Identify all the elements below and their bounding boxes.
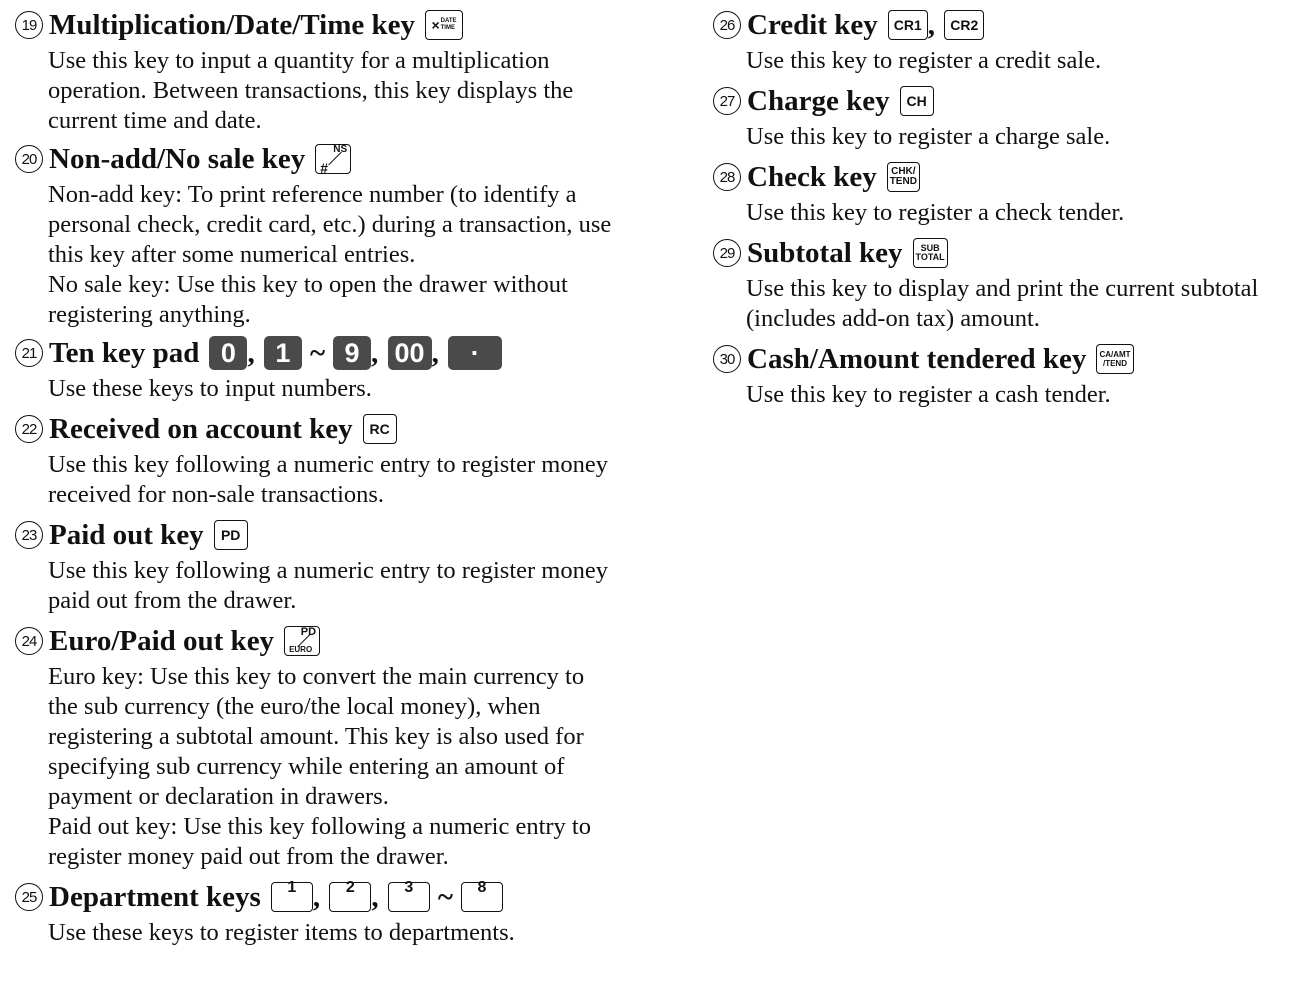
entry-credit-key: 26 Credit key CR1 , CR2 Use this key to …: [712, 4, 1312, 76]
department-keycap-8: 8: [460, 879, 503, 912]
item-number: 19: [15, 11, 43, 39]
item-number: 22: [15, 415, 43, 443]
entry-cash-amount-tendered-key: 30 Cash/Amount tendered key CA/AMT/TEND …: [712, 338, 1312, 410]
keycap-9: 9: [333, 336, 372, 370]
item-number: 28: [713, 163, 741, 191]
cr2-keycap: CR2: [944, 10, 985, 40]
entry-department-keys: 25 Department keys 1 , 2 , 3 ~ 8 Use the…: [14, 876, 680, 948]
entry-subtotal-key: 29 Subtotal key SUB TOTAL Use this key to…: [712, 232, 1312, 334]
item-number: 30: [713, 345, 741, 373]
department-keycap-3: 3: [387, 879, 430, 912]
keycap-1: 1: [263, 336, 302, 370]
entry-paid-out-key: 23 Paid out key PD Use this key followin…: [14, 514, 680, 616]
entry-title: Department keys: [49, 881, 261, 913]
item-number: 26: [713, 11, 741, 39]
entry-check-key: 28 Check key CHK/TEND Use this key to re…: [712, 156, 1312, 228]
item-number: 24: [15, 627, 43, 655]
department-keycap-1: 1: [270, 879, 313, 912]
entry-title: Credit key: [747, 9, 878, 41]
euro-paid-out-keycap: EURO PD: [284, 626, 321, 656]
entry-non-add-key: 20 Non-add/No sale key # NS Non-add key: …: [14, 138, 680, 330]
non-add-no-sale-keycap: # NS: [315, 144, 352, 176]
keycap-decimal-point: ·: [448, 336, 503, 370]
ch-keycap: CH: [899, 86, 934, 116]
keycap-00: 00: [387, 336, 432, 370]
entry-title: Euro/Paid out key: [49, 625, 275, 657]
entry-received-on-account-key: 22 Received on account key RC Use this k…: [14, 408, 680, 510]
item-number: 27: [713, 87, 741, 115]
entry-title: Check key: [747, 161, 877, 193]
entry-title: Received on account key: [49, 413, 353, 445]
entry-title: Ten key pad: [49, 337, 200, 369]
entry-ten-key-pad: 21 Ten key pad 0 , 1 ~ 9 , 00 , · Use th…: [14, 332, 680, 404]
entry-title: Multiplication/Date/Time key: [49, 9, 415, 41]
entry-title: Cash/Amount tendered key: [747, 343, 1087, 375]
cash-amount-tendered-keycap: CA/AMT/TEND: [1096, 344, 1134, 374]
item-number: 23: [15, 521, 43, 549]
entry-multiplication-key: 19 Multiplication/Date/Time key × DATE TI…: [14, 4, 680, 136]
right-column: 26 Credit key CR1 , CR2 Use this key to …: [712, 0, 1312, 410]
entry-title: Paid out key: [49, 519, 204, 551]
entry-euro-paid-out-key: 24 Euro/Paid out key EURO PD Euro key: Us…: [14, 620, 680, 872]
entry-title: Non-add/No sale key: [49, 143, 306, 175]
department-keycap-2: 2: [329, 879, 372, 912]
item-number: 25: [15, 883, 43, 911]
pd-keycap: PD: [213, 520, 248, 550]
left-column: 19 Multiplication/Date/Time key × DATE TI…: [14, 0, 680, 948]
entry-title: Subtotal key: [747, 237, 903, 269]
item-number: 21: [15, 339, 43, 367]
cr1-keycap: CR1: [887, 10, 928, 40]
subtotal-keycap: SUB TOTAL: [912, 238, 948, 268]
item-number: 29: [713, 239, 741, 267]
entry-charge-key: 27 Charge key CH Use this key to registe…: [712, 80, 1312, 152]
entry-title: Charge key: [747, 85, 890, 117]
keycap-0: 0: [209, 336, 248, 370]
check-tender-keycap: CHK/TEND: [886, 162, 920, 192]
item-number: 20: [15, 145, 43, 173]
rc-keycap: RC: [362, 414, 397, 444]
multiplication-date-time-keycap: × DATE TIME: [424, 10, 463, 40]
